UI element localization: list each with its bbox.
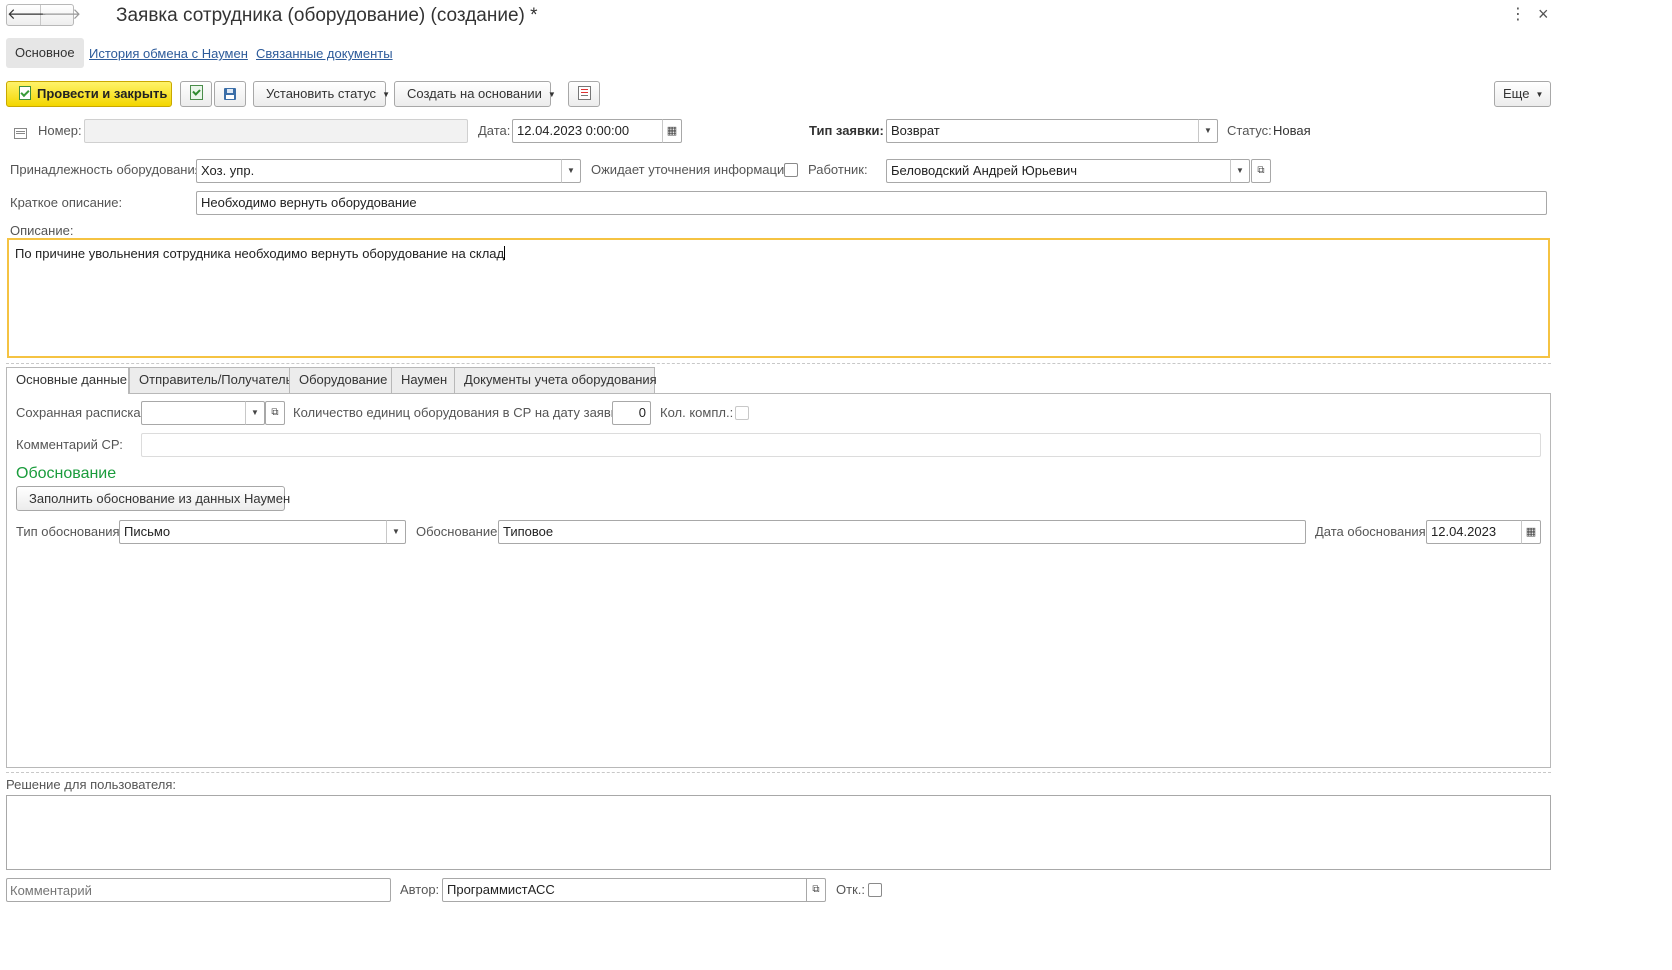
chevron-down-icon[interactable]: ▼ xyxy=(1230,159,1250,183)
tab-equipment[interactable]: Оборудование xyxy=(289,367,392,393)
justification-date-field[interactable]: 12.04.2023 xyxy=(1426,520,1522,544)
justification-label: Обоснование: xyxy=(416,524,501,539)
calendar-icon[interactable]: ▦ xyxy=(662,119,682,143)
units-count-field[interactable]: 0 xyxy=(612,401,651,425)
justification-heading: Обоснование xyxy=(16,465,117,482)
justification-type-label: Тип обоснования: xyxy=(16,524,124,539)
document-post-icon xyxy=(19,86,31,100)
request-type-field[interactable]: Возврат xyxy=(886,119,1199,143)
divider xyxy=(6,363,1551,364)
awaiting-info-label: Ожидает уточнения информации: xyxy=(591,162,796,177)
nav-tab-naumen-history[interactable]: История обмена с Наумен xyxy=(89,46,248,61)
date-label: Дата: xyxy=(478,123,511,138)
author-label: Автор: xyxy=(400,882,440,897)
justification-type-field[interactable]: Письмо xyxy=(119,520,387,544)
report-icon xyxy=(577,86,591,100)
chevron-down-icon[interactable]: ▼ xyxy=(245,401,265,425)
number-label: Номер: xyxy=(38,123,82,138)
chevron-down-icon[interactable]: ▼ xyxy=(561,159,581,183)
post-and-close-label: Провести и закрыть xyxy=(37,86,168,101)
chevron-down-icon[interactable]: ▼ xyxy=(386,520,406,544)
author-field[interactable]: ПрограммистАСС xyxy=(442,878,807,902)
short-description-label: Краткое описание: xyxy=(10,195,123,210)
units-count-label: Количество единиц оборудования в СР на д… xyxy=(293,405,628,420)
more-label: Еще xyxy=(1503,86,1530,101)
text-cursor xyxy=(504,246,506,260)
kit-count-checkbox[interactable] xyxy=(735,406,749,420)
nav-tab-main[interactable]: Основное xyxy=(6,38,84,68)
status-label: Статус: xyxy=(1227,123,1272,138)
description-label: Описание: xyxy=(10,223,74,238)
nav-tab-related-documents[interactable]: Связанные документы xyxy=(256,46,393,61)
create-based-on-button[interactable]: Создать на основании ▼ xyxy=(394,81,556,107)
ownership-label: Принадлежность оборудования: xyxy=(10,162,206,177)
floppy-disk-icon xyxy=(224,88,236,100)
rejected-label: Отк.: xyxy=(836,882,865,897)
tab-naumen[interactable]: Наумен xyxy=(391,367,455,393)
description-textarea[interactable]: По причине увольнения сотрудника необход… xyxy=(7,238,1550,358)
open-link-icon[interactable]: ⧉ xyxy=(265,401,285,425)
divider xyxy=(6,772,1551,773)
tab-main-data[interactable]: Основные данные xyxy=(6,367,129,394)
decision-textarea[interactable] xyxy=(6,795,1551,870)
description-text: По причине увольнения сотрудника необход… xyxy=(15,246,505,261)
open-link-icon[interactable]: ⧉ xyxy=(806,878,826,902)
fill-justification-button[interactable]: Заполнить обоснование из данных Наумен xyxy=(16,486,290,511)
comment-input[interactable] xyxy=(6,878,391,902)
chevron-down-icon[interactable]: ▼ xyxy=(1198,119,1218,143)
employee-label: Работник: xyxy=(808,162,868,177)
ownership-field[interactable]: Хоз. упр. xyxy=(196,159,562,183)
chevron-down-icon: ▼ xyxy=(1535,89,1544,99)
tab-sender-receiver[interactable]: Отправитель/Получатель xyxy=(129,367,292,393)
post-document-button[interactable] xyxy=(180,81,212,107)
post-and-close-button[interactable]: Провести и закрыть xyxy=(6,81,172,107)
status-value: Новая xyxy=(1273,123,1311,138)
justification-date-label: Дата обоснования: xyxy=(1315,524,1430,539)
short-description-field[interactable]: Необходимо вернуть оборудование xyxy=(196,191,1547,215)
awaiting-info-checkbox[interactable] xyxy=(784,163,798,177)
cr-comment-label: Комментарий СР: xyxy=(16,437,123,452)
set-status-button[interactable]: Установить статус ▼ xyxy=(253,81,390,107)
decision-label: Решение для пользователя: xyxy=(6,777,177,792)
kit-count-label: Кол. компл.: xyxy=(660,405,734,420)
post-document-icon xyxy=(189,85,203,100)
number-field xyxy=(84,119,468,143)
chevron-down-icon: ▼ xyxy=(547,89,556,99)
print-report-button[interactable] xyxy=(568,81,600,107)
justification-field[interactable]: Типовое xyxy=(498,520,1306,544)
close-icon[interactable]: × xyxy=(1538,4,1549,24)
window-title: Заявка сотрудника (оборудование) (создан… xyxy=(116,5,538,26)
calendar-icon[interactable]: ▦ xyxy=(1521,520,1541,544)
nav-arrows-group: 🡐 🡒 xyxy=(6,4,81,26)
tab-equipment-documents[interactable]: Документы учета оборудования xyxy=(454,367,657,393)
employee-field[interactable]: Беловодский Андрей Юрьевич xyxy=(886,159,1231,183)
set-status-label: Установить статус xyxy=(266,86,377,101)
open-link-icon[interactable]: ⧉ xyxy=(1251,159,1271,183)
more-vertical-icon[interactable]: ⋮ xyxy=(1510,6,1526,24)
forward-arrow-icon[interactable]: 🡒 xyxy=(41,5,81,25)
request-type-label: Тип заявки: xyxy=(809,123,884,138)
save-button[interactable] xyxy=(214,81,246,107)
rejected-checkbox[interactable] xyxy=(868,883,882,897)
receipt-field[interactable] xyxy=(141,401,246,425)
document-icon xyxy=(14,128,27,139)
receipt-label: Сохранная расписка: xyxy=(16,405,145,420)
chevron-down-icon: ▼ xyxy=(382,89,390,99)
create-based-on-label: Создать на основании xyxy=(407,86,542,101)
more-button[interactable]: Еще ▼ xyxy=(1494,81,1551,107)
back-arrow-icon[interactable]: 🡐 xyxy=(7,5,47,25)
date-field[interactable]: 12.04.2023 0:00:00 xyxy=(512,119,663,143)
cr-comment-field[interactable] xyxy=(141,433,1541,457)
